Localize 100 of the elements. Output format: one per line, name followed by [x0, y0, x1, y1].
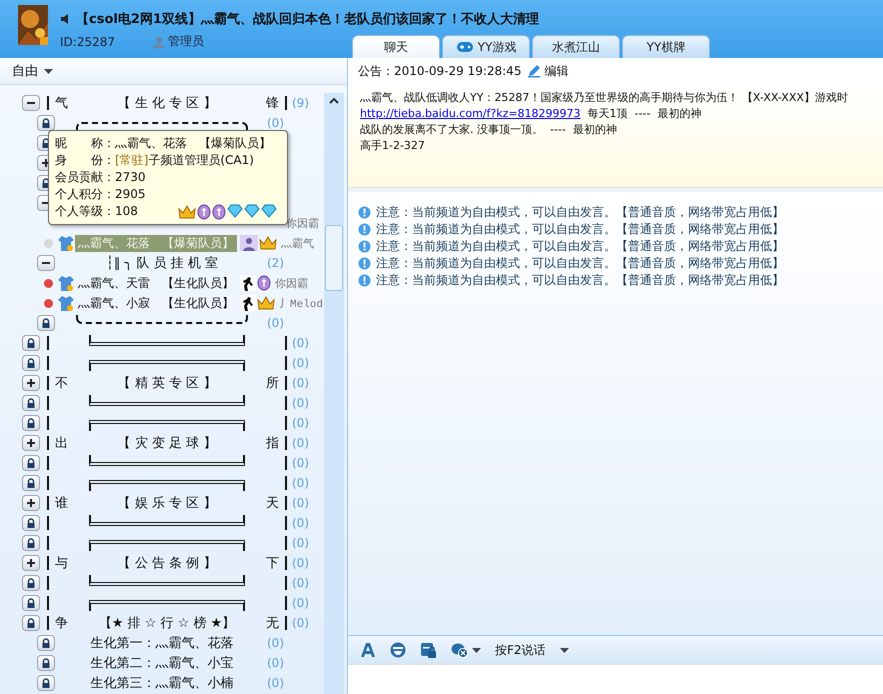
- lock-button[interactable]: [37, 675, 55, 691]
- diamond-icon: [226, 204, 243, 218]
- announcement-link[interactable]: http://tieba.baidu.com/f?kz=818299973: [360, 107, 581, 120]
- channel-name[interactable]: 生化第三：灬霸气、小楠: [62, 674, 262, 692]
- announcement-line: http://tieba.baidu.com/f?kz=818299973 每天1顶 ---- 最初的神: [360, 106, 702, 122]
- gamepad-icon: [456, 41, 474, 53]
- channel-name[interactable]: ┆‖ ╮ 队 员 挂 机 室: [62, 254, 262, 272]
- tab[interactable]: YY棋牌: [622, 35, 710, 58]
- info-icon: [358, 274, 371, 287]
- channel-name[interactable]: 【★ 排 ☆ 行 ☆ 榜 ★】: [77, 614, 257, 632]
- collapse-button[interactable]: [37, 255, 55, 271]
- lock-icon: [25, 577, 37, 589]
- lock-icon: [25, 357, 37, 369]
- system-message: 注意：当前频道为自由模式，可以自由发言。【普通音质，网络带宽占用低】: [376, 272, 784, 289]
- channel-char: 气: [47, 96, 77, 110]
- channel-char: 谁: [47, 496, 77, 510]
- lock-button[interactable]: [37, 655, 55, 671]
- info-icon: [358, 240, 371, 253]
- scrollbar[interactable]: [324, 93, 344, 694]
- lock-button[interactable]: [22, 515, 40, 531]
- lock-icon: [40, 657, 52, 669]
- tab[interactable]: YY游戏: [442, 35, 530, 58]
- tab[interactable]: 水煮江山: [532, 35, 620, 58]
- channel-title: 【csol电2网1双线】灬霸气、战队回归本色！老队员们该回家了！不收人大清理: [76, 10, 539, 28]
- shirt-icon: [57, 294, 75, 312]
- tooltip-text: 个人等级：108: [55, 203, 138, 220]
- user-count: (0): [267, 636, 284, 650]
- user-count: (0): [292, 456, 309, 470]
- channel-name[interactable]: 【 公 告 条 例 】: [77, 554, 257, 572]
- lock-button[interactable]: [22, 335, 40, 351]
- lock-icon: [25, 397, 37, 409]
- lock-card-icon[interactable]: [420, 642, 437, 658]
- avatar-icon: [240, 235, 258, 251]
- user-name[interactable]: 灬霸气、小寂 【生化队员】: [75, 294, 237, 312]
- channel-name[interactable]: 【 灾 变 足 球 】: [77, 434, 257, 452]
- channel-char: 不: [47, 376, 77, 390]
- scroll-up-icon[interactable]: [329, 97, 339, 105]
- medal-icon: [212, 204, 226, 220]
- user-count: (0): [292, 436, 309, 450]
- user-count: (0): [267, 676, 284, 690]
- font-icon[interactable]: [360, 642, 376, 658]
- lock-icon: [25, 457, 37, 469]
- channel-name[interactable]: 生化第一：灬霸气、花落: [62, 634, 262, 652]
- collapse-button[interactable]: [22, 95, 40, 111]
- user-count: (0): [267, 116, 284, 130]
- user-count: (0): [292, 356, 309, 370]
- notice-time: 公告：2010-09-29 19:28:45: [358, 62, 522, 80]
- lock-button[interactable]: [22, 355, 40, 371]
- lock-button[interactable]: [22, 415, 40, 431]
- lock-icon: [25, 597, 37, 609]
- user-status: 你因霸: [275, 277, 308, 290]
- expand-button[interactable]: [22, 555, 40, 571]
- crown-icon: [178, 204, 196, 218]
- user-count: (0): [292, 516, 309, 530]
- channel-name[interactable]: 【 精 英 专 区 】: [77, 374, 257, 392]
- lock-icon: [25, 337, 37, 349]
- user-status: 灬霸气: [281, 237, 314, 250]
- user-count: (0): [292, 496, 309, 510]
- lock-button[interactable]: [22, 575, 40, 591]
- mode-dropdown[interactable]: 自由: [12, 62, 53, 80]
- info-icon: [358, 257, 371, 270]
- tab[interactable]: 聊天: [352, 35, 440, 58]
- lock-button[interactable]: [37, 315, 55, 331]
- lock-button[interactable]: [22, 615, 40, 631]
- expand-button[interactable]: [22, 435, 40, 451]
- user-count: (0): [292, 556, 309, 570]
- caret-icon: [560, 648, 569, 652]
- channel-char: 无: [257, 616, 287, 630]
- lock-button[interactable]: [22, 395, 40, 411]
- expand-button[interactable]: [22, 495, 40, 511]
- lock-button[interactable]: [22, 595, 40, 611]
- expand-button[interactable]: [22, 375, 40, 391]
- channel-name[interactable]: 【 生 化 专 区 】: [77, 94, 257, 112]
- lock-icon: [40, 317, 52, 329]
- lock-icon: [25, 417, 37, 429]
- lock-button[interactable]: [37, 635, 55, 651]
- channel-char: 与: [47, 556, 77, 570]
- lock-button[interactable]: [37, 115, 55, 131]
- push-to-talk-button[interactable]: 按F2说话: [495, 642, 569, 658]
- scrollbar-thumb[interactable]: [325, 225, 343, 291]
- edit-button[interactable]: 编辑: [527, 62, 568, 80]
- diamond-icon: [260, 204, 277, 218]
- channel-name[interactable]: 生化第二：灬霸气、小宝: [62, 654, 262, 672]
- lock-button[interactable]: [22, 455, 40, 471]
- channel-name[interactable]: 【 娱 乐 专 区 】: [77, 494, 257, 512]
- voice-settings-button[interactable]: [451, 642, 481, 658]
- user-name[interactable]: 灬霸气、天雷 【生化队员】: [75, 274, 237, 292]
- lock-button[interactable]: [22, 535, 40, 551]
- medal-icon: [257, 275, 271, 291]
- smiley-icon[interactable]: [390, 642, 406, 658]
- lock-icon: [25, 517, 37, 529]
- user-count: (0): [292, 336, 309, 350]
- info-icon: [358, 223, 371, 236]
- channel-char: 出: [47, 436, 77, 450]
- announcement-line: 高手1-2-327: [360, 138, 426, 154]
- lock-icon: [40, 637, 52, 649]
- lock-button[interactable]: [22, 475, 40, 491]
- diamond-icon: [244, 204, 260, 218]
- channel-char: 指: [257, 436, 287, 450]
- lock-icon: [25, 537, 37, 549]
